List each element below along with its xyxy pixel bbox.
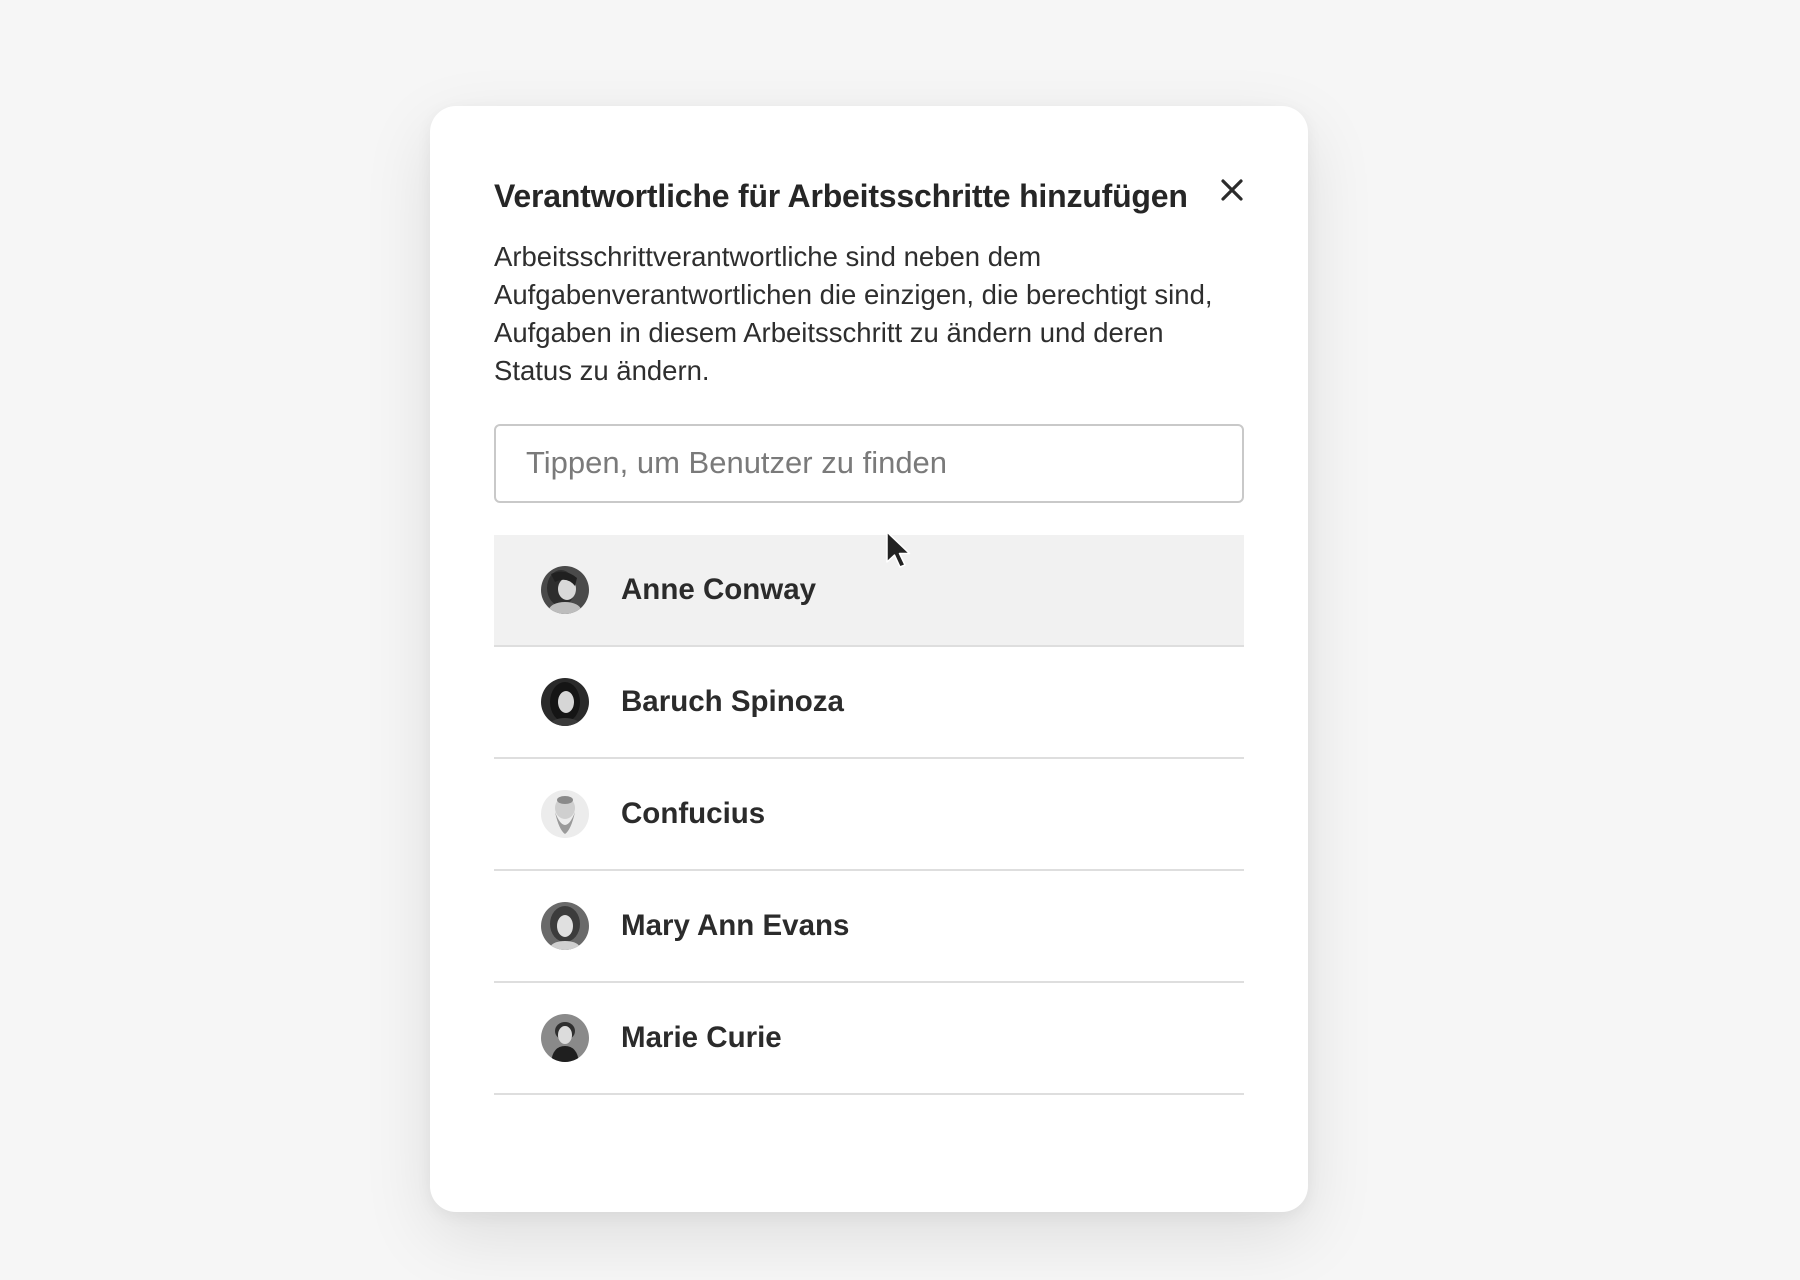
add-step-owners-dialog: Verantwortliche für Arbeitsschritte hinz… — [430, 106, 1308, 1212]
user-name: Baruch Spinoza — [621, 684, 844, 718]
user-list: Anne Conway Baruch Spinoza Confucius Mar… — [494, 534, 1244, 1095]
close-icon — [1221, 179, 1243, 201]
user-name: Anne Conway — [621, 572, 817, 606]
user-item-baruch-spinoza[interactable]: Baruch Spinoza — [494, 647, 1244, 759]
user-item-mary-ann-evans[interactable]: Mary Ann Evans — [494, 871, 1244, 983]
avatar — [541, 901, 589, 950]
user-name: Confucius — [621, 796, 766, 830]
close-button[interactable] — [1212, 170, 1252, 210]
user-name: Mary Ann Evans — [621, 908, 850, 942]
user-name: Marie Curie — [621, 1020, 782, 1054]
avatar — [541, 1013, 589, 1062]
avatar — [541, 565, 589, 614]
user-item-confucius[interactable]: Confucius — [494, 759, 1244, 871]
user-item-anne-conway[interactable]: Anne Conway — [494, 534, 1244, 647]
avatar — [541, 677, 589, 726]
dialog-description: Arbeitsschrittverantwortliche sind neben… — [494, 240, 1213, 386]
user-search-input[interactable] — [494, 423, 1244, 503]
dialog-header: Verantwortliche für Arbeitsschritte hinz… — [494, 170, 1244, 218]
dialog-title: Verantwortliche für Arbeitsschritte hinz… — [494, 178, 1188, 214]
user-item-marie-curie[interactable]: Marie Curie — [494, 983, 1244, 1095]
avatar — [541, 789, 589, 838]
